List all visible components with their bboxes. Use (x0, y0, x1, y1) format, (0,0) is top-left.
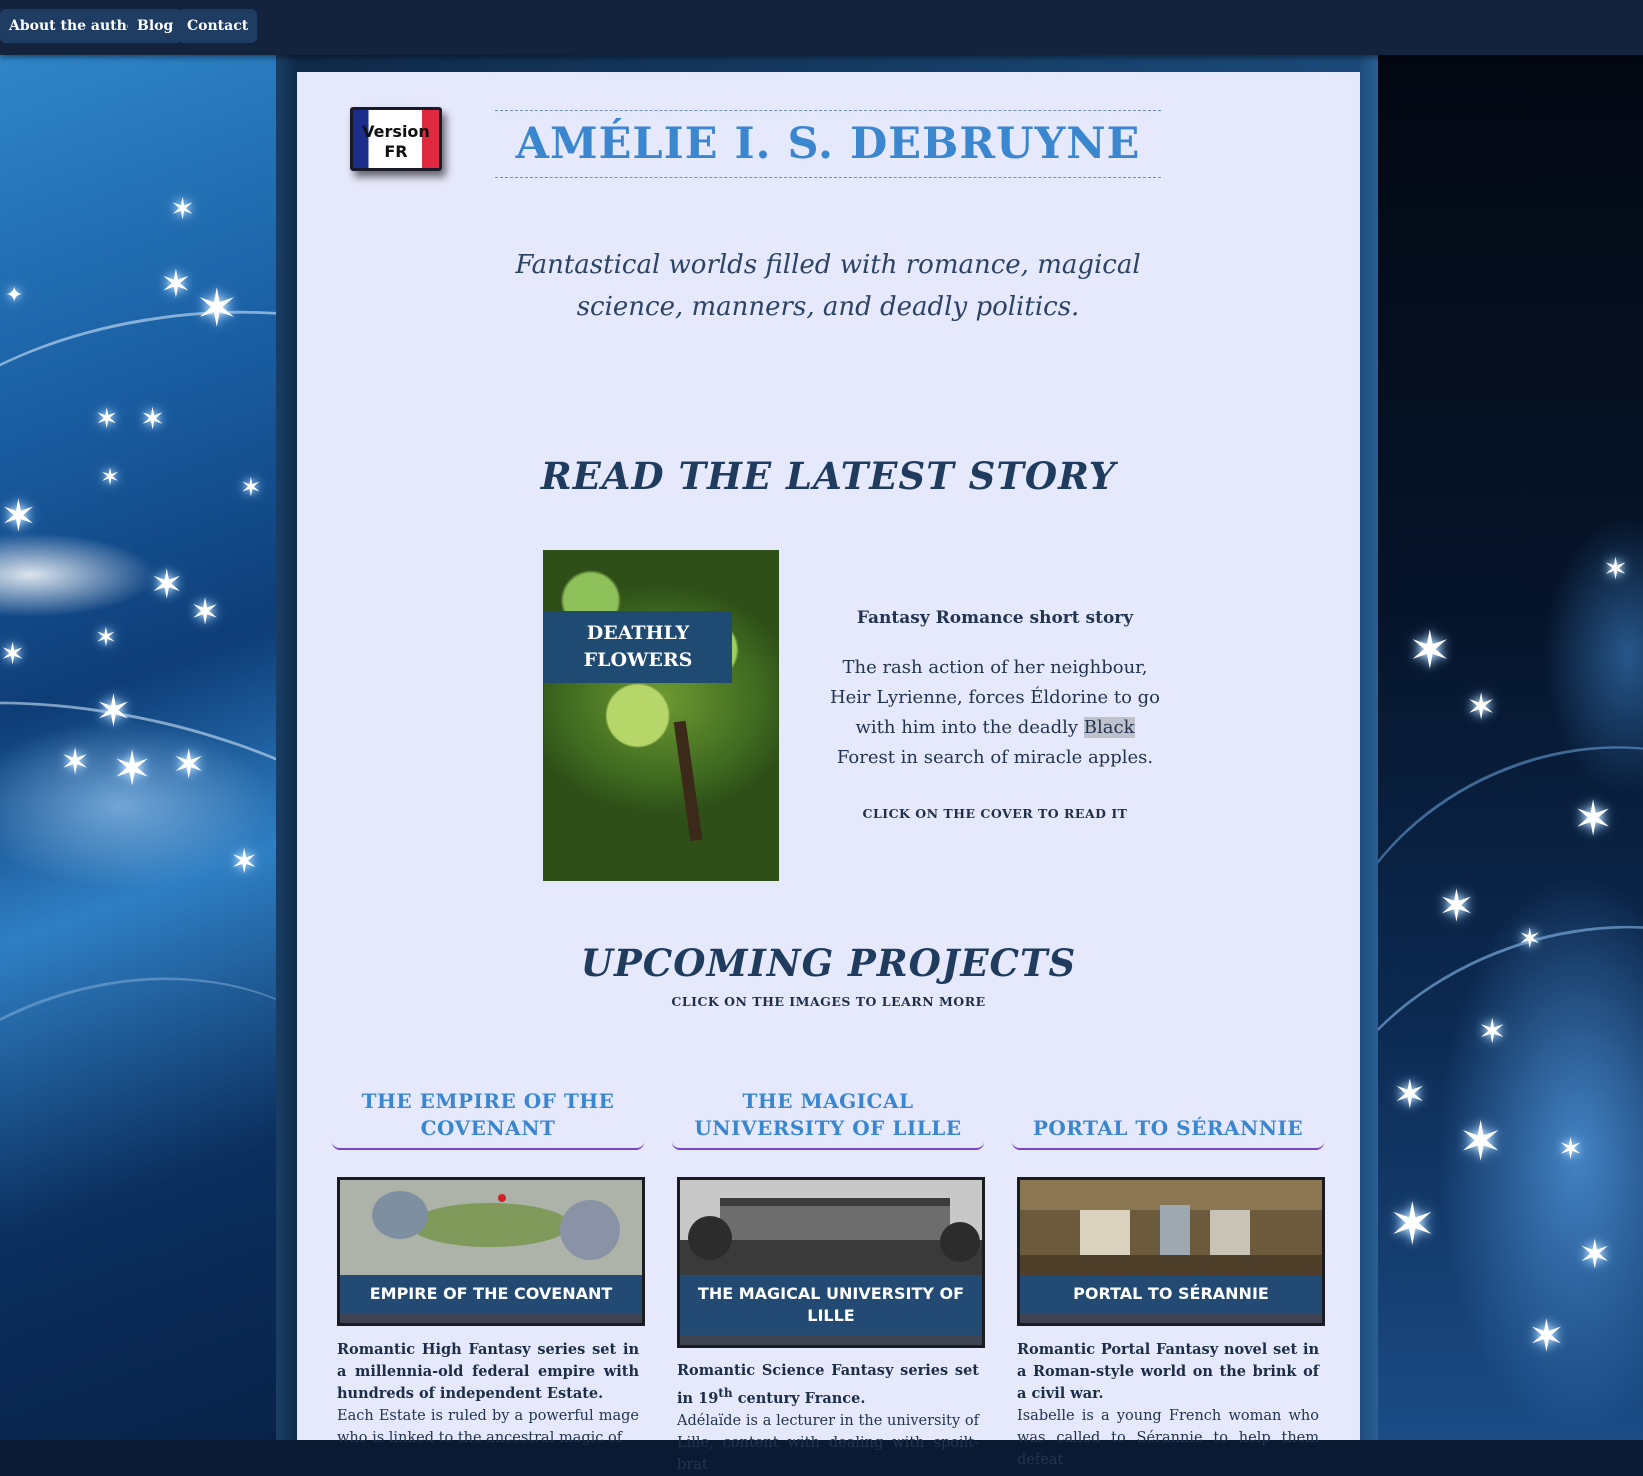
project-text-empire: Romantic High Fantasy series set in a mi… (337, 1339, 639, 1449)
nav-contact[interactable]: Contact (178, 9, 258, 43)
nav-blog[interactable]: Blog (128, 9, 183, 43)
sparkle-icon: ✶ (150, 562, 184, 608)
project-card-empire[interactable]: EMPIRE OF THE COVENANT (337, 1177, 645, 1326)
project-title-underline (672, 1141, 984, 1150)
project-title-university[interactable]: THE MAGICAL UNIVERSITY OF LILLE (672, 1088, 984, 1142)
sparkle-icon: ✶ (160, 262, 192, 306)
story-description: The rash action of her neighbour, Heir L… (828, 653, 1162, 773)
cover-title-line2: FLOWERS (583, 649, 693, 671)
sparkle-icon: ✶ (95, 686, 132, 737)
sparkle-icon: ✶ (1478, 1012, 1507, 1052)
project-title-serannie[interactable]: PORTAL TO SÉRANNIE (1012, 1115, 1324, 1142)
cover-title: DEATHLY FLOWERS (544, 611, 732, 683)
sparkle-icon: ✶ (100, 463, 121, 491)
sparkle-icon: ✶ (1408, 621, 1452, 681)
sparkle-icon: ✶ (1518, 922, 1542, 955)
version-badge-line1: Version (362, 122, 430, 141)
project-summary-empire: Romantic High Fantasy series set in a mi… (337, 1341, 639, 1402)
sparkle-icon: ✶ (1573, 791, 1614, 847)
version-badge-line2: FR (384, 142, 408, 161)
sparkle-icon: ✶ (1578, 1232, 1612, 1278)
summary-ordinal: th (718, 1386, 733, 1400)
story-genre: Fantasy Romance short story (856, 608, 1134, 628)
sparkle-icon: ✶ (1393, 1072, 1427, 1118)
project-title-empire[interactable]: THE EMPIRE OF THE COVENANT (332, 1088, 644, 1142)
sparkle-icon: ✶ (1603, 552, 1629, 587)
sparkle-icon: ✶ (190, 592, 221, 633)
project-card-serannie[interactable]: PORTAL TO SÉRANNIE (1017, 1177, 1325, 1326)
sparkle-icon: ✶ (1438, 881, 1475, 932)
university-building-image (680, 1180, 982, 1275)
sparkle-icon: ✶ (1458, 1110, 1504, 1173)
story-desc-highlight: Black (1083, 717, 1135, 738)
site-title-box: AMÉLIE I. S. DEBRUYNE (495, 110, 1161, 178)
project-card-university[interactable]: THE MAGICAL UNIVERSITY OF LILLE (677, 1177, 985, 1348)
project-caption-serannie: PORTAL TO SÉRANNIE (1020, 1275, 1322, 1323)
french-version-button[interactable]: Version FR (350, 107, 442, 171)
left-background-image: ✶ ✶ ✶ ✦ ✶ ✶ ✶ ✶ ✶ ✶ ✶ ✶ ✶ ✶ ✶ ✶ ✶ ✶ (0, 55, 278, 1440)
sparkle-icon: ✶ (1388, 1190, 1437, 1258)
light-wave (0, 908, 278, 1440)
empire-map-image (340, 1180, 642, 1275)
serannie-painting-image (1020, 1180, 1322, 1275)
sparkle-icon: ✶ (172, 742, 206, 788)
latest-story-heading: READ THE LATEST STORY (540, 454, 1117, 498)
summary-text-end: century France. (732, 1389, 866, 1407)
sparkle-icon: ✶ (1528, 1311, 1565, 1362)
sparkle-icon: ✶ (0, 637, 26, 672)
upcoming-hint: CLICK ON THE IMAGES TO LEARN MORE (671, 994, 986, 1009)
sparkle-icon: ✶ (95, 623, 117, 653)
project-caption-university: THE MAGICAL UNIVERSITY OF LILLE (680, 1275, 982, 1345)
project-text-university: Romantic Science Fantasy series set in 1… (677, 1360, 979, 1476)
project-body-university: Adélaïde is a lecturer in the university… (677, 1412, 979, 1473)
cover-title-line1: DEATHLY (586, 622, 690, 644)
sparkle-icon: ✶ (1466, 687, 1497, 728)
sparkle-icon: ✶ (240, 473, 262, 503)
sparkle-icon: ✶ (230, 842, 259, 882)
upcoming-projects-heading: UPCOMING PROJECTS (580, 941, 1077, 985)
right-background-image: ✶ ✶ ✶ ✶ ✶ ✶ ✶ ✶ ✶ ✶ ✶ ✶ ✶ (1378, 55, 1643, 1440)
read-story-hint: CLICK ON THE COVER TO READ IT (862, 806, 1128, 821)
top-nav: About the author Blog Contact (0, 0, 1643, 55)
site-title: AMÉLIE I. S. DEBRUYNE (515, 119, 1141, 169)
sparkle-icon: ✦ (5, 283, 24, 308)
project-title-underline (1012, 1141, 1324, 1150)
cover-tree-trunk (673, 720, 703, 842)
project-body-empire: Each Estate is ruled by a powerful mage … (337, 1408, 639, 1446)
sparkle-icon: ✶ (195, 279, 239, 339)
sparkle-icon: ✶ (140, 402, 166, 437)
sparkle-icon: ✶ (170, 192, 196, 227)
tagline: Fantastical worlds filled with romance, … (515, 250, 1141, 322)
sparkle-icon: ✶ (1558, 1132, 1584, 1167)
sparkle-icon: ✶ (60, 742, 91, 783)
sparkle-icon: ✶ (0, 491, 37, 542)
project-title-underline (332, 1141, 644, 1150)
sparkle-icon: ✶ (95, 402, 119, 435)
project-text-serannie: Romantic Portal Fantasy novel set in a R… (1017, 1339, 1319, 1471)
story-desc-text-end: Forest in search of miracle apples. (836, 747, 1154, 768)
project-summary-university: Romantic Science Fantasy series set in 1… (677, 1362, 979, 1407)
sparkle-icon: ✶ (112, 741, 153, 797)
project-body-serannie: Isabelle is a young French woman who was… (1017, 1408, 1319, 1468)
project-summary-serannie: Romantic Portal Fantasy novel set in a R… (1017, 1341, 1319, 1402)
story-cover-image[interactable]: DEATHLY FLOWERS (543, 550, 779, 881)
project-caption-empire: EMPIRE OF THE COVENANT (340, 1275, 642, 1323)
